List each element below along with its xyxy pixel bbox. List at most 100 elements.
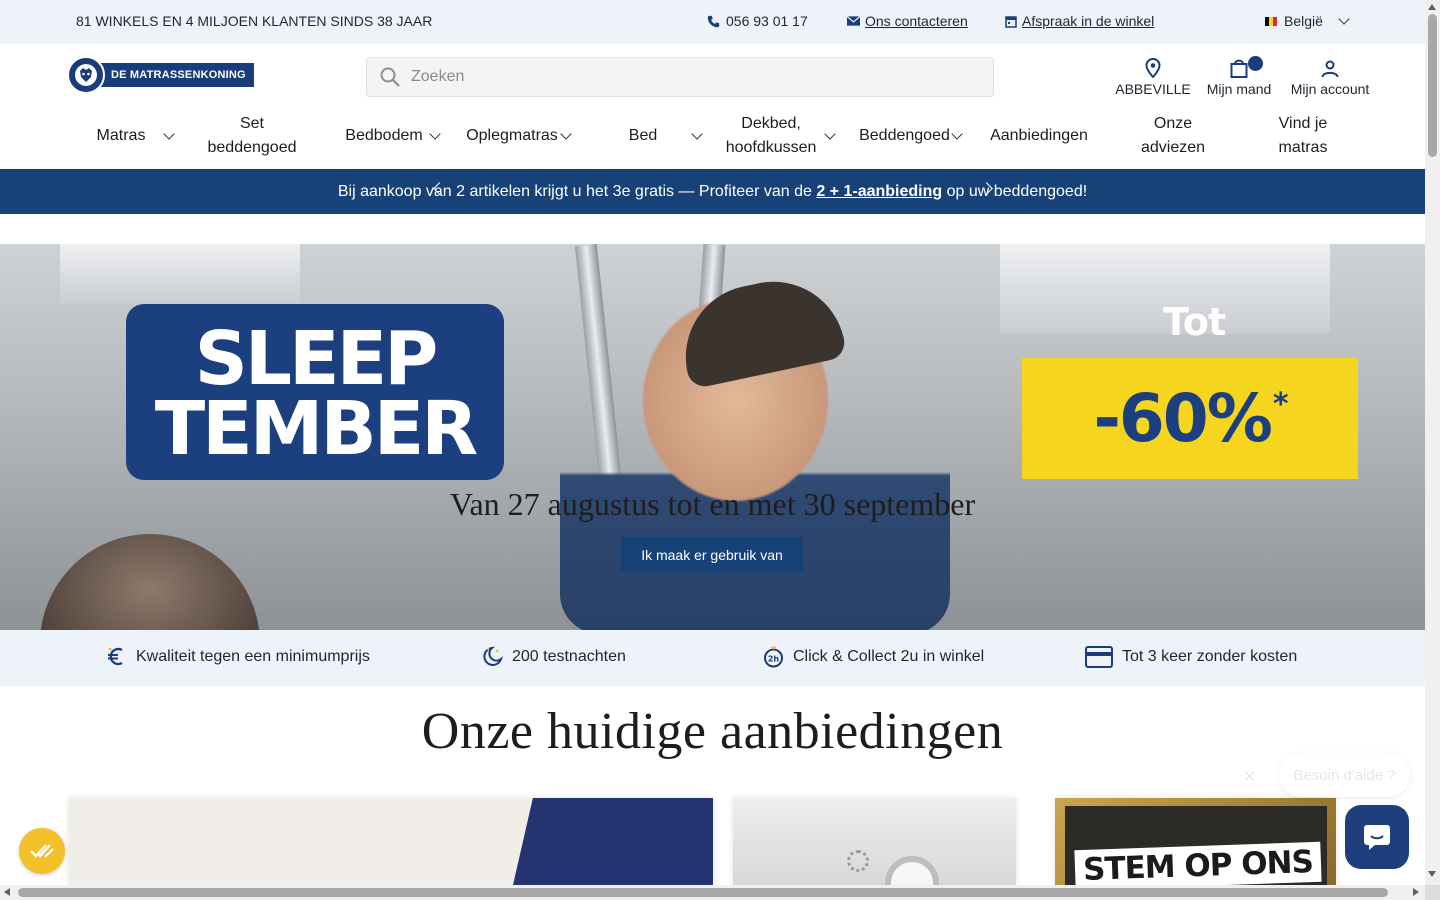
- store-tagline: 81 WINKELS EN 4 MILJOEN KLANTEN SINDS 38…: [76, 13, 433, 29]
- nav-item-oplegmatras[interactable]: Oplegmatras: [462, 106, 574, 166]
- usp-text: Kwaliteit tegen een minimumprijs: [136, 647, 370, 665]
- close-icon[interactable]: ✕: [1243, 767, 1256, 787]
- nav-label: Set beddengoed: [207, 115, 297, 156]
- cookie-consent-button[interactable]: [19, 828, 65, 874]
- nav-item-bedbodem[interactable]: Bedbodem: [337, 106, 447, 166]
- search-input[interactable]: Zoeken: [411, 68, 464, 86]
- scroll-up-arrow-icon[interactable]: [1428, 4, 1436, 10]
- promo-link[interactable]: 2 + 1-aanbieding: [816, 183, 942, 200]
- discount-value: -60%: [1093, 380, 1272, 457]
- train-window: [60, 244, 300, 304]
- hero-cta-button[interactable]: Ik maak er gebruik van: [621, 537, 803, 573]
- chevron-down-icon: [429, 127, 441, 140]
- user-icon: [1321, 60, 1339, 78]
- discount-footnote-mark: *: [1272, 387, 1289, 422]
- search-bar[interactable]: Zoeken: [366, 57, 994, 97]
- nav-item-matras[interactable]: Matras: [85, 106, 185, 166]
- nav-item-dekbed-hoofdkussen[interactable]: Dekbed, hoofdkussen: [722, 106, 836, 166]
- location-pin-icon: [1145, 58, 1161, 78]
- horizontal-scrollbar[interactable]: [0, 885, 1425, 900]
- appointment-link[interactable]: Afspraak in de winkel: [1005, 13, 1154, 29]
- scrollbar-thumb[interactable]: [18, 888, 1388, 897]
- account-label: Mijn account: [1290, 81, 1370, 97]
- nav-label: Vind je matras: [1278, 115, 1328, 156]
- belgium-flag-icon: [1265, 16, 1277, 26]
- site-header: DE MATRASSENKONING Zoeken ABBEVILLE Mijn…: [0, 44, 1425, 169]
- account-link[interactable]: Mijn account: [1287, 56, 1373, 97]
- cart-link[interactable]: Mijn mand: [1203, 56, 1275, 97]
- chevron-down-icon: [560, 127, 572, 140]
- phone-number: 056 93 01 17: [726, 13, 808, 29]
- chevron-down-icon: [691, 127, 703, 140]
- campaign-line2: TEMBER: [154, 386, 479, 472]
- checkmarks-icon: [30, 844, 54, 858]
- scroll-right-arrow-icon[interactable]: [1413, 888, 1419, 896]
- scroll-down-arrow-icon[interactable]: [1428, 871, 1436, 877]
- offer-card[interactable]: STEM OP ONS: [1055, 798, 1336, 885]
- chevron-down-icon: [824, 127, 836, 140]
- chevron-down-icon: [1338, 12, 1350, 25]
- offer-card-graphic: [513, 798, 713, 885]
- chat-prompt[interactable]: Besoin d'aide ?: [1279, 753, 1410, 797]
- usp-bar: Kwaliteit tegen een minimumprijs 200 tes…: [0, 630, 1425, 686]
- vote-banner: STEM OP ONS: [1074, 841, 1322, 885]
- country-selector[interactable]: België: [1265, 12, 1350, 29]
- logo-text: DE MATRASSENKONING: [101, 63, 254, 87]
- scroll-left-arrow-icon[interactable]: [4, 888, 10, 896]
- mirror-image: [885, 856, 939, 885]
- nav-item-aanbiedingen[interactable]: Aanbiedingen: [984, 106, 1094, 166]
- campaign-logo: SLEEP TEMBER: [126, 304, 504, 480]
- store-locator-link[interactable]: ABBEVILLE: [1112, 56, 1194, 97]
- promo-text: Bij aankoop van 2 artikelen krijgt u het…: [338, 183, 1087, 201]
- discount-prefix: Tot: [1163, 300, 1226, 344]
- chevron-down-icon: [163, 127, 176, 140]
- offer-card[interactable]: [69, 798, 713, 885]
- moon-icon: [483, 646, 503, 666]
- promo-text-after: op uw beddengoed!: [942, 182, 1088, 200]
- scrollbar-thumb[interactable]: [1428, 14, 1437, 157]
- usp-item-collect: 2h Click & Collect 2u in winkel: [763, 646, 984, 668]
- nav-item-vind-je-matras[interactable]: Vind je matras: [1258, 106, 1348, 166]
- contact-label: Ons contacteren: [865, 13, 968, 29]
- nav-label: Dekbed, hoofdkussen: [725, 115, 817, 156]
- nav-label: Matras: [96, 127, 146, 144]
- main-navigation: Matras Set beddengoed Bedbodem Oplegmatr…: [0, 106, 1425, 166]
- chat-icon: [1364, 825, 1390, 850]
- nav-label: Aanbiedingen: [990, 127, 1088, 144]
- nav-label: Oplegmatras: [466, 127, 558, 144]
- search-icon: [380, 67, 400, 87]
- hero-banner[interactable]: SLEEP TEMBER Tot -60% * Van 27 augustus t…: [0, 244, 1425, 630]
- top-utility-bar: 81 WINKELS EN 4 MILJOEN KLANTEN SINDS 38…: [0, 0, 1425, 44]
- scrollbar-corner: [1425, 885, 1440, 900]
- nav-label: Beddengoed: [859, 127, 950, 144]
- chevron-down-icon: [951, 127, 963, 140]
- passenger-image: [40, 534, 260, 630]
- calendar-icon: [1005, 15, 1017, 28]
- store-label: ABBEVILLE: [1115, 81, 1191, 97]
- offer-card[interactable]: [733, 798, 1016, 885]
- vertical-scrollbar[interactable]: [1425, 0, 1440, 900]
- nav-item-onze-adviezen[interactable]: Onze adviezen: [1128, 106, 1218, 166]
- nav-item-beddengoed[interactable]: Beddengoed: [855, 106, 965, 166]
- credit-card-icon: [1085, 646, 1113, 668]
- logo-link[interactable]: DE MATRASSENKONING: [67, 56, 254, 94]
- nav-item-set-beddengoed[interactable]: Set beddengoed: [196, 106, 308, 166]
- country-label: België: [1284, 13, 1323, 29]
- nav-label: Onze adviezen: [1140, 115, 1206, 156]
- contact-link[interactable]: Ons contacteren: [847, 13, 968, 29]
- campaign-line1: SLEEP: [194, 316, 439, 402]
- appointment-label: Afspraak in de winkel: [1022, 13, 1155, 29]
- lion-logo-icon: [67, 56, 105, 94]
- usp-item-payment: Tot 3 keer zonder kosten: [1085, 646, 1297, 668]
- offers-heading: Onze huidige aanbiedingen: [421, 703, 1004, 760]
- usp-item-nights: 200 testnachten: [482, 646, 626, 667]
- usp-text: 200 testnachten: [512, 647, 626, 665]
- chat-launcher-button[interactable]: [1345, 805, 1409, 869]
- discount-badge: -60% *: [1022, 358, 1358, 479]
- nav-label: Bedbodem: [345, 127, 423, 144]
- shopping-bag-icon: [1230, 59, 1248, 78]
- usp-item-quality: Kwaliteit tegen een minimumprijs: [106, 646, 370, 667]
- cart-badge: [1248, 56, 1263, 71]
- phone-link[interactable]: 056 93 01 17: [707, 13, 808, 29]
- nav-item-bed[interactable]: Bed: [620, 106, 710, 166]
